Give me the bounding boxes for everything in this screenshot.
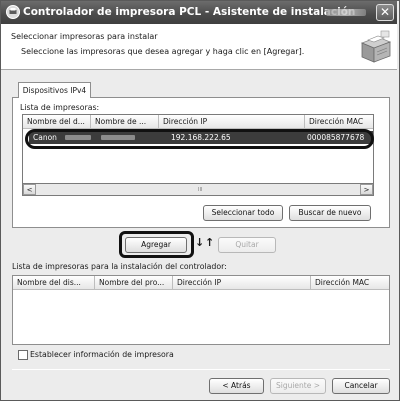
step-description: Seleccione las impresoras que desea agre… xyxy=(21,47,305,56)
install-printer-list[interactable]: Nombre del dis... Nombre del pro... Dire… xyxy=(12,275,390,345)
printer-graphic-icon xyxy=(360,30,392,63)
scroll-right-button[interactable]: > xyxy=(360,184,373,195)
column-header-mac-address[interactable]: Dirección MAC xyxy=(305,115,373,129)
step-title: Seleccionar impresoras para instalar xyxy=(11,32,158,41)
column-header-product-name[interactable]: Nombre de ... xyxy=(91,115,159,129)
set-printer-info-label[interactable]: Establecer información de impresora xyxy=(30,350,174,359)
scrollbar-grip-icon[interactable]: III xyxy=(198,187,202,193)
next-button[interactable]: Siguiente > xyxy=(270,378,326,394)
redacted-title-text xyxy=(326,9,366,16)
printer-wizard-icon xyxy=(6,5,20,19)
close-icon: ✕ xyxy=(379,5,391,19)
arrow-down-icon: ↓ xyxy=(195,236,205,249)
selection-callout-outline xyxy=(25,129,374,149)
column-header-ip-address[interactable]: Dirección IP xyxy=(159,115,305,129)
chevron-left-icon: < xyxy=(26,186,33,194)
cancel-button[interactable]: Cancelar xyxy=(332,378,390,394)
column-header-device-name[interactable]: Nombre del d... xyxy=(23,115,91,129)
title-bar[interactable]: Controlador de impresora PCL - Asistente… xyxy=(1,1,397,24)
install-list-label: Lista de impresoras para la instalación … xyxy=(12,262,227,271)
horizontal-scrollbar[interactable]: < III > xyxy=(22,183,374,196)
arrow-up-icon: ↑ xyxy=(205,236,215,249)
column-header-device-name[interactable]: Nombre del dis... xyxy=(13,276,95,290)
column-header-mac-address[interactable]: Dirección MAC xyxy=(311,276,389,290)
select-all-button[interactable]: Seleccionar todo xyxy=(203,205,283,221)
chevron-right-icon: > xyxy=(363,186,370,194)
column-header-ip-address[interactable]: Dirección IP xyxy=(173,276,311,290)
footer-divider xyxy=(12,369,390,370)
window-title: Controlador de impresora PCL - Asistente… xyxy=(23,6,356,18)
search-again-button[interactable]: Buscar de nuevo xyxy=(289,205,371,221)
printer-list-label: Lista de impresoras: xyxy=(20,103,100,112)
add-callout-outline xyxy=(119,231,194,258)
wizard-header: Seleccionar impresoras para instalar Sel… xyxy=(1,24,397,70)
remove-button[interactable]: Quitar xyxy=(218,237,276,253)
column-header-product-name[interactable]: Nombre del pro... xyxy=(95,276,173,290)
back-button[interactable]: < Atrás xyxy=(209,378,264,394)
set-printer-info-checkbox[interactable] xyxy=(18,350,28,360)
close-button[interactable]: ✕ xyxy=(376,4,394,21)
tab-ipv4-devices[interactable]: Dispositivos IPv4 xyxy=(18,82,91,98)
scroll-left-button[interactable]: < xyxy=(23,184,36,195)
